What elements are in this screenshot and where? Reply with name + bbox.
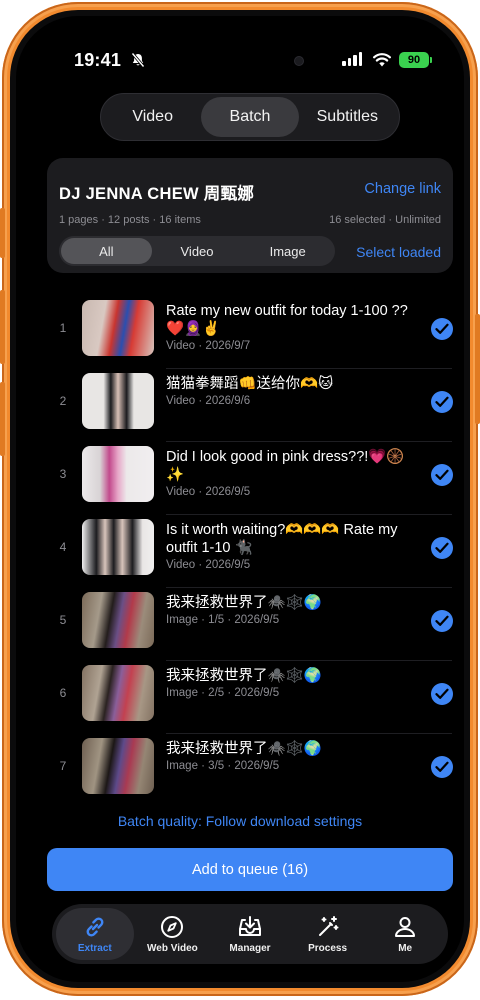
item-number: 2	[59, 394, 67, 408]
segment-video[interactable]: Video	[104, 97, 201, 137]
add-to-queue-button[interactable]: Add to queue (16)	[47, 848, 453, 891]
list-item[interactable]: 1 Rate my new outfit for today 1-100 ?? …	[16, 296, 464, 369]
link-icon	[86, 917, 104, 937]
tab-label: Me	[398, 943, 413, 954]
item-number: 5	[59, 613, 67, 627]
action-button	[0, 208, 5, 258]
item-title: 猫猫拳舞蹈👊送给你🫶🐱	[166, 376, 334, 392]
item-thumbnail	[82, 519, 154, 575]
item-meta: Image · 2/5 · 2026/9/5	[166, 687, 280, 699]
tray-download-icon	[238, 916, 261, 936]
checkmark-icon[interactable]	[431, 610, 453, 632]
status-time: 19:41	[74, 50, 122, 70]
checkmark-icon[interactable]	[431, 318, 453, 340]
camera-dot	[294, 56, 304, 66]
bell-muted-icon	[131, 52, 145, 68]
checkmark-icon[interactable]	[431, 756, 453, 778]
item-title: Is it worth waiting?🫶🫶🫶 Rate my outfit 1…	[166, 522, 398, 556]
item-title: 我来拯救世界了🕷️🕸️🌍	[166, 595, 322, 611]
select-loaded-button[interactable]: Select loaded	[356, 244, 441, 260]
wifi-icon	[373, 53, 391, 67]
screen: 19:41 90 Video Batch Subtitles DJ JENNA …	[16, 16, 464, 982]
tab-label: Process	[308, 943, 348, 954]
battery-cap	[430, 57, 432, 63]
item-number: 4	[59, 540, 67, 554]
list-item[interactable]: 5 我来拯救世界了🕷️🕸️🌍 Image · 1/5 · 2026/9/5	[16, 588, 464, 661]
mode-segmented-control: Video Batch Subtitles	[100, 93, 400, 141]
item-number: 1	[59, 321, 67, 335]
item-meta: Video · 2026/9/5	[166, 486, 251, 498]
person-icon	[395, 917, 416, 937]
item-thumbnail	[82, 300, 154, 356]
tab-label: Extract	[77, 943, 112, 954]
segment-subtitles[interactable]: Subtitles	[299, 97, 396, 137]
tab-web-video[interactable]: Web Video	[134, 908, 212, 960]
item-meta: Video · 2026/9/7	[166, 340, 251, 352]
selection-summary: 16 selected · Unlimited	[329, 214, 441, 226]
checkmark-icon[interactable]	[431, 683, 453, 705]
item-list: 1 Rate my new outfit for today 1-100 ?? …	[16, 296, 464, 807]
item-meta: Image · 1/5 · 2026/9/5	[166, 614, 280, 626]
list-item[interactable]: 2 猫猫拳舞蹈👊送给你🫶🐱 Video · 2026/9/6	[16, 369, 464, 442]
item-title: 我来拯救世界了🕷️🕸️🌍	[166, 741, 322, 757]
battery-indicator: 90	[399, 52, 429, 68]
list-item[interactable]: 3 Did I look good in pink dress??!💗🛞✨ Vi…	[16, 442, 464, 515]
volume-up-button	[0, 290, 5, 364]
tab-me[interactable]: Me	[366, 908, 444, 960]
item-thumbnail	[82, 592, 154, 648]
tab-extract[interactable]: Extract	[56, 908, 134, 960]
item-title: Did I look good in pink dress??!💗🛞✨	[166, 449, 405, 483]
item-meta: Image · 3/5 · 2026/9/5	[166, 760, 280, 772]
checkmark-icon[interactable]	[431, 464, 453, 486]
item-number: 3	[59, 467, 67, 481]
phone-frame: 19:41 90 Video Batch Subtitles DJ JENNA …	[0, 2, 480, 996]
batch-quality-link[interactable]: Batch quality: Follow download settings	[16, 813, 464, 829]
filter-video[interactable]: Video	[152, 238, 243, 264]
volume-down-button	[0, 382, 5, 456]
profile-stats: 1 pages · 12 posts · 16 items	[59, 214, 201, 226]
filter-all[interactable]: All	[61, 238, 152, 264]
filter-image[interactable]: Image	[242, 238, 333, 264]
status-bar: 19:41 90	[16, 46, 464, 76]
item-title: Rate my new outfit for today 1-100 ?? ❤️…	[166, 303, 408, 337]
magic-wand-icon	[318, 916, 339, 936]
tab-bar: Extract Web Video Manager Process Me	[52, 904, 448, 964]
power-button	[475, 314, 480, 424]
item-title: 我来拯救世界了🕷️🕸️🌍	[166, 668, 322, 684]
item-thumbnail	[82, 446, 154, 502]
item-thumbnail	[82, 373, 154, 429]
change-link-button[interactable]: Change link	[364, 181, 441, 197]
item-number: 6	[59, 686, 67, 700]
item-thumbnail	[82, 738, 154, 794]
checkmark-icon[interactable]	[431, 391, 453, 413]
compass-icon	[161, 916, 184, 938]
checkmark-icon[interactable]	[431, 537, 453, 559]
profile-title: DJ JENNA CHEW 周甄娜	[59, 185, 255, 203]
tab-process[interactable]: Process	[289, 908, 367, 960]
item-meta: Video · 2026/9/5	[166, 559, 251, 571]
tab-label: Manager	[229, 943, 271, 954]
type-filter: All Video Image	[59, 236, 335, 266]
profile-card: DJ JENNA CHEW 周甄娜 Change link 1 pages · …	[47, 158, 453, 273]
item-number: 7	[59, 759, 67, 773]
cellular-signal-icon	[342, 52, 362, 66]
segment-batch[interactable]: Batch	[201, 97, 299, 137]
item-thumbnail	[82, 665, 154, 721]
list-item[interactable]: 7 我来拯救世界了🕷️🕸️🌍 Image · 3/5 · 2026/9/5	[16, 734, 464, 807]
list-item[interactable]: 6 我来拯救世界了🕷️🕸️🌍 Image · 2/5 · 2026/9/5	[16, 661, 464, 734]
bezel: 19:41 90 Video Batch Subtitles DJ JENNA …	[10, 10, 470, 988]
tab-label: Web Video	[147, 943, 198, 954]
tab-manager[interactable]: Manager	[211, 908, 289, 960]
item-meta: Video · 2026/9/6	[166, 395, 251, 407]
list-item[interactable]: 4 Is it worth waiting?🫶🫶🫶 Rate my outfit…	[16, 515, 464, 588]
